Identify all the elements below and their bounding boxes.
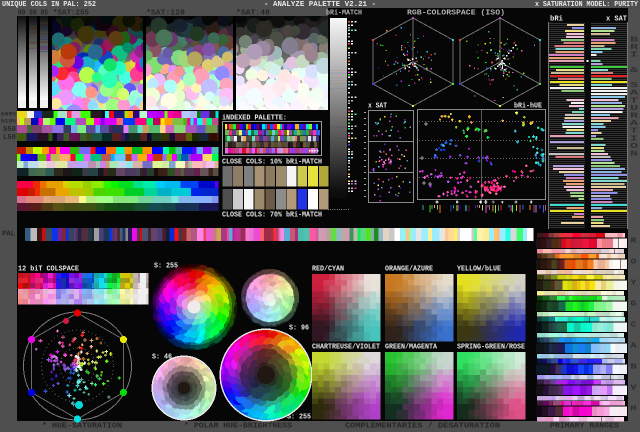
svg-text:ORANGE/AZURE: ORANGE/AZURE <box>385 266 433 274</box>
svg-text:I: I <box>630 52 638 60</box>
svg-text:CLOSE COLS: 10% bRi-MATCH: CLOSE COLS: 10% bRi-MATCH <box>222 159 322 167</box>
svg-text:b65%: b65% <box>1 110 17 117</box>
svg-text:bRi-MATCH: bRi-MATCH <box>326 10 362 18</box>
svg-text:CLOSE COLS: 70% bRi-MATCH: CLOSE COLS: 70% bRi-MATCH <box>222 212 322 220</box>
svg-text:UNIQUE COLS IN PAL: 252: UNIQUE COLS IN PAL: 252 <box>2 1 96 9</box>
svg-text:YELLOW/bLUE: YELLOW/bLUE <box>457 266 501 274</box>
svg-text:x SAT: x SAT <box>368 103 387 111</box>
svg-text:S: 255: S: 255 <box>287 414 311 422</box>
svg-text:CHARTREUSE/VIOLET: CHARTREUSE/VIOLET <box>312 344 380 352</box>
svg-text:PAL: PAL <box>2 231 15 239</box>
svg-text:b10%: b10% <box>1 117 17 124</box>
svg-text:* POLAR HUE-BRIGHTNESS: * POLAR HUE-BRIGHTNESS <box>184 423 292 431</box>
svg-text:12 biT COLSPACE: 12 biT COLSPACE <box>18 266 79 274</box>
svg-text:COMPLEMENTARIES / DESATURATION: COMPLEMENTARIES / DESATURATION <box>345 423 500 431</box>
svg-text:L50: L50 <box>3 134 16 142</box>
svg-text:S50: S50 <box>3 126 16 134</box>
svg-text:N: N <box>630 151 638 159</box>
svg-text:RGB-COLORSPACE (ISO): RGB-COLORSPACE (ISO) <box>407 10 505 18</box>
svg-text:- ANALYZE PALETTE V2.21 -: - ANALYZE PALETTE V2.21 - <box>264 1 376 9</box>
svg-text:O: O <box>631 259 637 267</box>
svg-text:RED/CYAN: RED/CYAN <box>312 266 344 274</box>
svg-text:SPRING-GREEN/ROSE: SPRING-GREEN/ROSE <box>457 344 525 352</box>
svg-text:* HUE-SATURATION: * HUE-SATURATION <box>42 423 122 431</box>
svg-text:x SATURATION MODEL: PURITY: x SATURATION MODEL: PURITY <box>535 1 639 9</box>
svg-text:GREEN/MAGENTA: GREEN/MAGENTA <box>385 344 438 352</box>
svg-text:S: 96: S: 96 <box>289 325 309 333</box>
